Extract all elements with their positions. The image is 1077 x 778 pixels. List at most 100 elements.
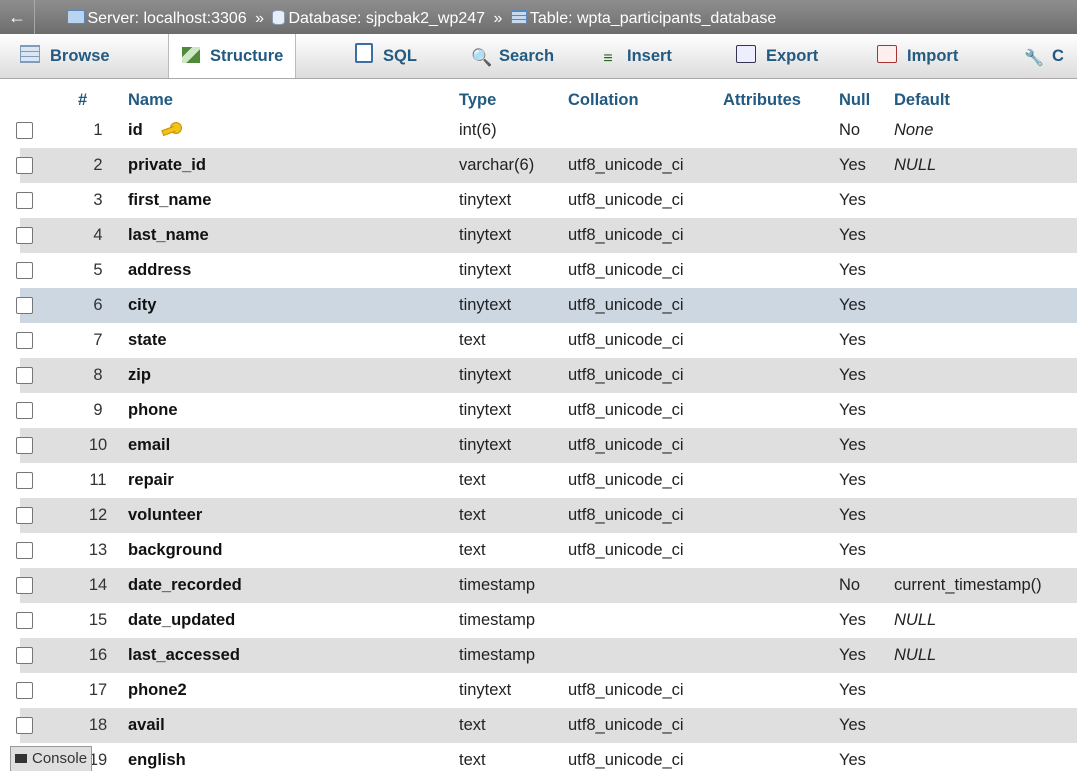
column-type: int(6) [459, 121, 497, 139]
tab-browse[interactable]: Browse [20, 34, 110, 78]
breadcrumb-server[interactable]: Server: localhost:3306 [67, 2, 247, 34]
table-row[interactable]: 19 english text utf8_unicode_ci Yes [16, 743, 1077, 778]
row-checkbox[interactable] [16, 367, 33, 384]
row-checkbox[interactable] [16, 472, 33, 489]
breadcrumb-database[interactable]: Database: sjpcbak2_wp247 [272, 2, 485, 34]
row-checkbox[interactable] [16, 542, 33, 559]
table-row[interactable]: 7 state text utf8_unicode_ci Yes [16, 323, 1077, 358]
table-row[interactable]: 16 last_accessed timestamp Yes NULL [16, 638, 1077, 673]
table-row[interactable]: 3 first_name tinytext utf8_unicode_ci Yes [16, 183, 1077, 218]
column-collation: utf8_unicode_ci [568, 261, 684, 279]
row-checkbox[interactable] [16, 717, 33, 734]
column-name: zip [128, 366, 151, 384]
row-checkbox[interactable] [16, 682, 33, 699]
table-header: # Name Type Collation Attributes Null De… [0, 85, 1077, 115]
row-checkbox[interactable] [16, 612, 33, 629]
column-null: Yes [839, 401, 866, 419]
table-row[interactable]: 15 date_updated timestamp Yes NULL [16, 603, 1077, 638]
column-name: repair [128, 471, 174, 489]
table-row[interactable]: 1 id int(6) No None [16, 113, 1077, 148]
column-header-null[interactable]: Null [839, 91, 870, 110]
row-checkbox[interactable] [16, 157, 33, 174]
table-row[interactable]: 2 private_id varchar(6) utf8_unicode_ci Yes N… [16, 148, 1077, 183]
table-row[interactable]: 18 avail text utf8_unicode_ci Yes [16, 708, 1077, 743]
column-number: 17 [88, 681, 108, 699]
row-checkbox[interactable] [16, 297, 33, 314]
column-type: tinytext [459, 401, 512, 419]
column-header-name[interactable]: Name [128, 91, 173, 110]
column-name: city [128, 296, 157, 314]
column-collation: utf8_unicode_ci [568, 716, 684, 734]
row-checkbox[interactable] [16, 647, 33, 664]
table-row[interactable]: 9 phone tinytext utf8_unicode_ci Yes [16, 393, 1077, 428]
table-row[interactable]: 5 address tinytext utf8_unicode_ci Yes [16, 253, 1077, 288]
column-null: Yes [839, 261, 866, 279]
table-icon [510, 10, 527, 24]
primary-key-icon [162, 122, 182, 135]
column-null: Yes [839, 471, 866, 489]
row-checkbox[interactable] [16, 402, 33, 419]
import-icon [877, 45, 897, 63]
column-null: Yes [839, 716, 866, 734]
sql-icon [355, 43, 373, 63]
back-arrow-icon[interactable]: ← [0, 0, 35, 34]
column-number: 11 [89, 471, 107, 489]
breadcrumb-table[interactable]: Table: wpta_participants_database [510, 2, 776, 34]
column-number: 18 [88, 716, 108, 734]
column-number: 16 [88, 646, 108, 664]
table-row[interactable]: 6 city tinytext utf8_unicode_ci Yes [16, 288, 1077, 323]
column-name: email [128, 436, 171, 454]
column-number: 12 [88, 506, 108, 524]
tab-structure[interactable]: Structure [168, 34, 297, 78]
row-checkbox[interactable] [16, 507, 33, 524]
table-row[interactable]: 10 email tinytext utf8_unicode_ci Yes [16, 428, 1077, 463]
table-row[interactable]: 4 last_name tinytext utf8_unicode_ci Yes [16, 218, 1077, 253]
column-name: first_name [128, 191, 212, 209]
table-row[interactable]: 8 zip tinytext utf8_unicode_ci Yes [16, 358, 1077, 393]
row-checkbox[interactable] [16, 227, 33, 244]
column-null: No [839, 576, 861, 594]
column-null: Yes [839, 156, 866, 174]
table-row[interactable]: 17 phone2 tinytext utf8_unicode_ci Yes [16, 673, 1077, 708]
column-header-attributes[interactable]: Attributes [723, 91, 801, 110]
row-checkbox[interactable] [16, 577, 33, 594]
table-row[interactable]: 14 date_recorded timestamp No current_timest… [16, 568, 1077, 603]
column-number: 15 [88, 611, 108, 629]
column-type: text [459, 541, 486, 559]
tab-export[interactable]: Export [736, 34, 818, 78]
column-header-default[interactable]: Default [894, 91, 950, 110]
table-row[interactable]: 11 repair text utf8_unicode_ci Yes [16, 463, 1077, 498]
tab-bar: Browse Structure SQL 🔍 Search ≡ Insert Exp… [0, 34, 1077, 79]
column-name: id [128, 121, 143, 139]
column-header-type[interactable]: Type [459, 91, 496, 110]
column-name: private_id [128, 156, 206, 174]
tab-search[interactable]: 🔍 Search [471, 34, 554, 78]
column-type: tinytext [459, 226, 512, 244]
column-collation: utf8_unicode_ci [568, 156, 684, 174]
column-type: text [459, 506, 486, 524]
structure-icon [182, 47, 200, 63]
breadcrumb-separator: » [255, 10, 265, 27]
column-number: 8 [93, 366, 103, 384]
column-null: Yes [839, 331, 866, 349]
column-header-collation[interactable]: Collation [568, 91, 639, 110]
column-type: tinytext [459, 191, 512, 209]
row-checkbox[interactable] [16, 122, 33, 139]
tab-operations[interactable]: 🔧 C [1024, 34, 1064, 78]
column-type: timestamp [459, 576, 536, 594]
row-checkbox[interactable] [16, 437, 33, 454]
row-checkbox[interactable] [16, 332, 33, 349]
console-toggle[interactable]: Console [10, 746, 93, 771]
column-name: english [128, 751, 186, 769]
column-number: 4 [93, 226, 103, 244]
table-row[interactable]: 12 volunteer text utf8_unicode_ci Yes [16, 498, 1077, 533]
row-checkbox[interactable] [16, 192, 33, 209]
tab-sql[interactable]: SQL [355, 34, 417, 78]
tab-insert[interactable]: ≡ Insert [599, 34, 672, 78]
row-checkbox[interactable] [16, 262, 33, 279]
column-name: last_accessed [128, 646, 240, 664]
tab-import[interactable]: Import [877, 34, 958, 78]
table-row[interactable]: 13 background text utf8_unicode_ci Yes [16, 533, 1077, 568]
column-number: 1 [93, 121, 103, 139]
column-number: 13 [88, 541, 108, 559]
